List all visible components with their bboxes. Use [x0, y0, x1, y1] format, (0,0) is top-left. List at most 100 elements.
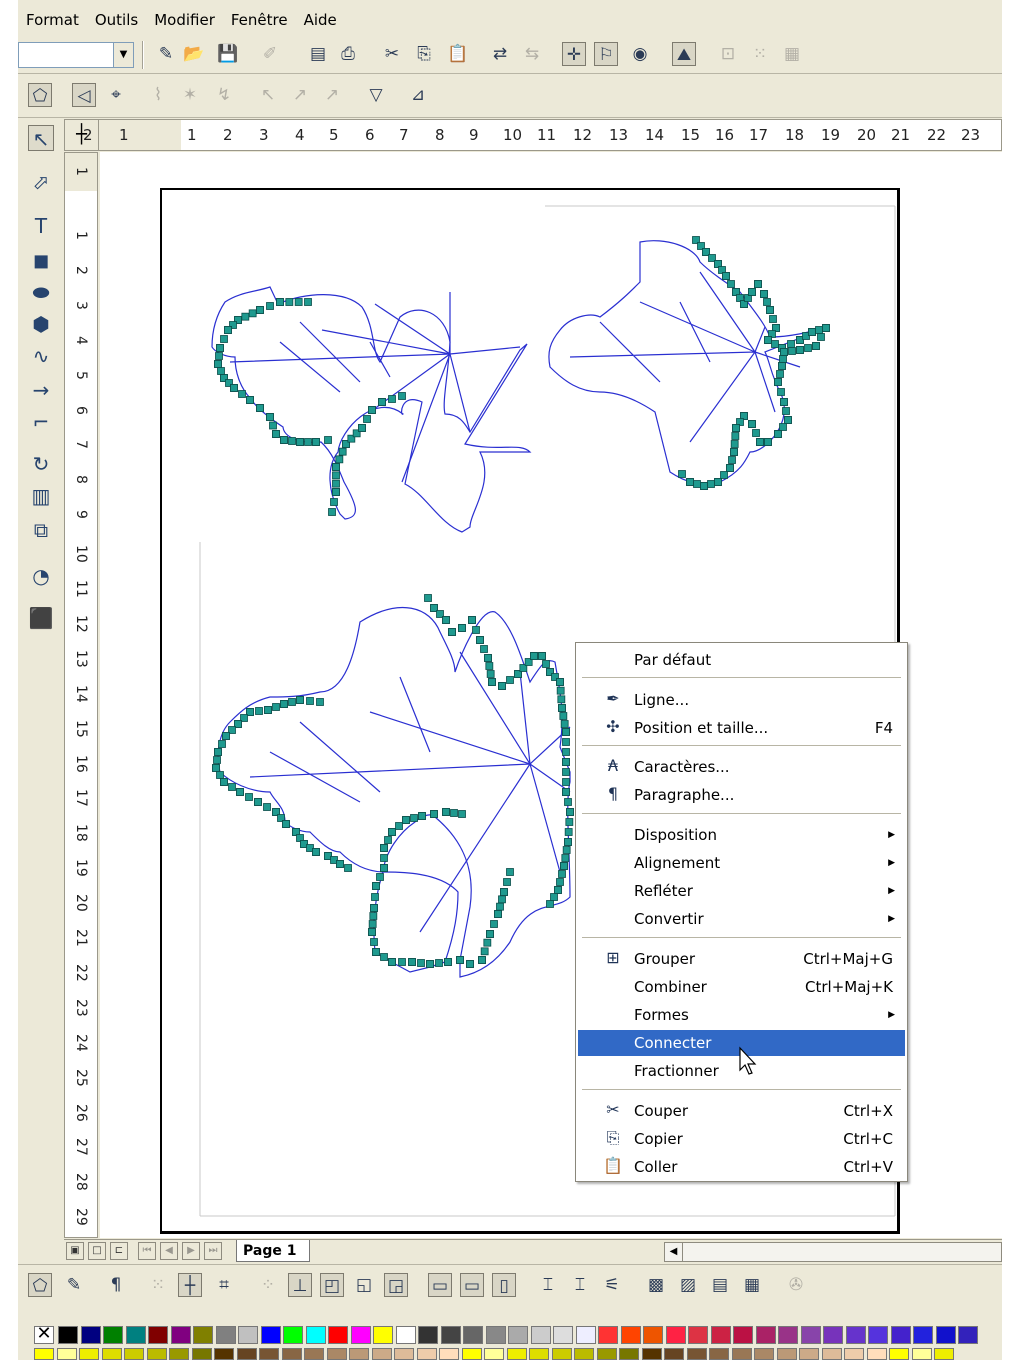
- selection-handle[interactable]: [330, 498, 338, 506]
- selection-handle[interactable]: [220, 335, 228, 343]
- color-swatch[interactable]: [349, 1348, 369, 1360]
- selection-handle[interactable]: [478, 956, 486, 964]
- selection-handle[interactable]: [556, 878, 564, 886]
- outline-icon[interactable]: ▨: [676, 1273, 700, 1297]
- selection-handle[interactable]: [458, 624, 466, 632]
- color-swatch[interactable]: [305, 1326, 326, 1344]
- color-swatch[interactable]: [776, 1348, 797, 1360]
- selection-handle[interactable]: [562, 788, 570, 796]
- selection-handle[interactable]: [787, 340, 795, 348]
- snap-points-icon[interactable]: ◲: [384, 1273, 408, 1297]
- selection-handle[interactable]: [550, 893, 558, 901]
- menu-fenetre[interactable]: Fenêtre: [223, 11, 296, 29]
- color-swatch[interactable]: [328, 1326, 348, 1344]
- last-page-icon[interactable]: ⏭: [204, 1242, 222, 1260]
- selection-handle[interactable]: [530, 652, 538, 660]
- selection-handle[interactable]: [498, 682, 506, 690]
- selection-handle[interactable]: [458, 810, 466, 818]
- 3d-effects-icon[interactable]: ⬛: [28, 605, 54, 631]
- color-swatch[interactable]: [551, 1348, 572, 1360]
- selection-handle[interactable]: [370, 938, 378, 946]
- selection-handle[interactable]: [358, 424, 366, 432]
- selection-handle[interactable]: [559, 712, 568, 720]
- color-swatch[interactable]: [373, 1326, 393, 1344]
- color-swatch[interactable]: [913, 1326, 933, 1344]
- color-swatch[interactable]: [371, 1348, 392, 1360]
- selection-handle[interactable]: [388, 958, 396, 966]
- selection-handle[interactable]: [774, 378, 782, 386]
- selection-handle[interactable]: [338, 447, 347, 456]
- selection-handle[interactable]: [498, 895, 506, 904]
- color-swatch[interactable]: [620, 1326, 641, 1344]
- selection-handle[interactable]: [812, 342, 820, 350]
- color-swatch[interactable]: [530, 1326, 551, 1344]
- color-swatch[interactable]: [418, 1326, 438, 1344]
- selection-handle[interactable]: [748, 288, 756, 296]
- color-swatch[interactable]: [934, 1348, 954, 1360]
- color-swatch[interactable]: [889, 1348, 909, 1360]
- selection-handle[interactable]: [332, 479, 340, 488]
- selection-handle[interactable]: [380, 844, 388, 852]
- color-swatch[interactable]: [911, 1348, 932, 1360]
- selection-handle[interactable]: [369, 912, 378, 920]
- selection-handle[interactable]: [424, 594, 432, 602]
- selection-handle[interactable]: [500, 888, 508, 896]
- selection-handle[interactable]: [398, 392, 406, 400]
- color-swatch[interactable]: [754, 1348, 774, 1360]
- cut-icon[interactable]: ✂: [380, 42, 404, 66]
- selection-handle[interactable]: [476, 636, 484, 644]
- selection-handle[interactable]: [554, 886, 562, 894]
- scroll-left-icon[interactable]: ◀: [665, 1243, 683, 1261]
- selection-handle[interactable]: [241, 312, 250, 321]
- selection-handle[interactable]: [288, 437, 296, 445]
- selection-handle[interactable]: [214, 748, 222, 756]
- layer-view-icon[interactable]: ⊏: [110, 1242, 128, 1260]
- color-swatch[interactable]: [799, 1348, 819, 1360]
- selection-handle[interactable]: [335, 455, 344, 464]
- color-swatch[interactable]: [146, 1348, 167, 1360]
- text-fit-icon[interactable]: ▭: [460, 1273, 484, 1297]
- selection-handle[interactable]: [388, 828, 396, 836]
- 3d-object-icon[interactable]: ⬢: [28, 311, 54, 337]
- color-swatch[interactable]: [710, 1326, 731, 1344]
- selection-handle[interactable]: [296, 696, 304, 704]
- connector-icon[interactable]: ⌐: [28, 409, 54, 435]
- color-swatch[interactable]: [890, 1326, 911, 1344]
- color-swatch[interactable]: [260, 1326, 281, 1344]
- color-swatch[interactable]: [958, 1326, 978, 1344]
- selection-handle[interactable]: [466, 960, 474, 968]
- chevron-down-icon[interactable]: ▼: [113, 43, 133, 67]
- menu-aide[interactable]: Aide: [296, 11, 345, 29]
- selection-handle[interactable]: [285, 298, 294, 306]
- color-swatch[interactable]: [439, 1348, 459, 1360]
- page-view-icon[interactable]: ▣: [66, 1242, 84, 1260]
- color-palette[interactable]: ✕: [18, 1322, 1002, 1360]
- rotation-mode-icon[interactable]: ⬠: [28, 1273, 52, 1297]
- color-swatch[interactable]: [709, 1348, 729, 1360]
- delete-points-icon[interactable]: ⌇: [146, 83, 170, 107]
- style-combobox[interactable]: ▼: [18, 42, 134, 68]
- color-swatch[interactable]: [124, 1348, 144, 1360]
- selection-handle[interactable]: [216, 771, 224, 779]
- selection-handle[interactable]: [296, 438, 304, 446]
- menu-item-position[interactable]: ✣ Position et taille... F4: [578, 715, 905, 741]
- selection-handle[interactable]: [430, 810, 438, 818]
- color-swatch[interactable]: [574, 1348, 594, 1360]
- selection-handle[interactable]: [503, 878, 511, 886]
- color-swatch[interactable]: [731, 1348, 752, 1360]
- color-swatch[interactable]: [643, 1326, 663, 1344]
- selection-handle[interactable]: [804, 344, 812, 352]
- vertical-ruler[interactable]: 1 1 2 3 4 5 6 7 8 9 10 11 12 13 14 15 16 17 18 19 20 21 22 23 24…: [64, 152, 98, 1238]
- print-icon[interactable]: ⎙: [336, 42, 360, 66]
- selection-handle[interactable]: [564, 838, 572, 846]
- selection-handle[interactable]: [328, 508, 336, 516]
- selection-handle[interactable]: [560, 862, 568, 870]
- line-contour-icon[interactable]: ▦: [740, 1273, 764, 1297]
- color-swatch[interactable]: [304, 1348, 324, 1360]
- data-sources-icon[interactable]: ⊡: [716, 42, 740, 66]
- selection-handle[interactable]: [714, 478, 722, 486]
- color-swatch[interactable]: [416, 1348, 437, 1360]
- selection-handle[interactable]: [426, 960, 434, 968]
- big-handles-icon[interactable]: ⌶: [568, 1273, 592, 1297]
- selection-handle[interactable]: [731, 432, 740, 440]
